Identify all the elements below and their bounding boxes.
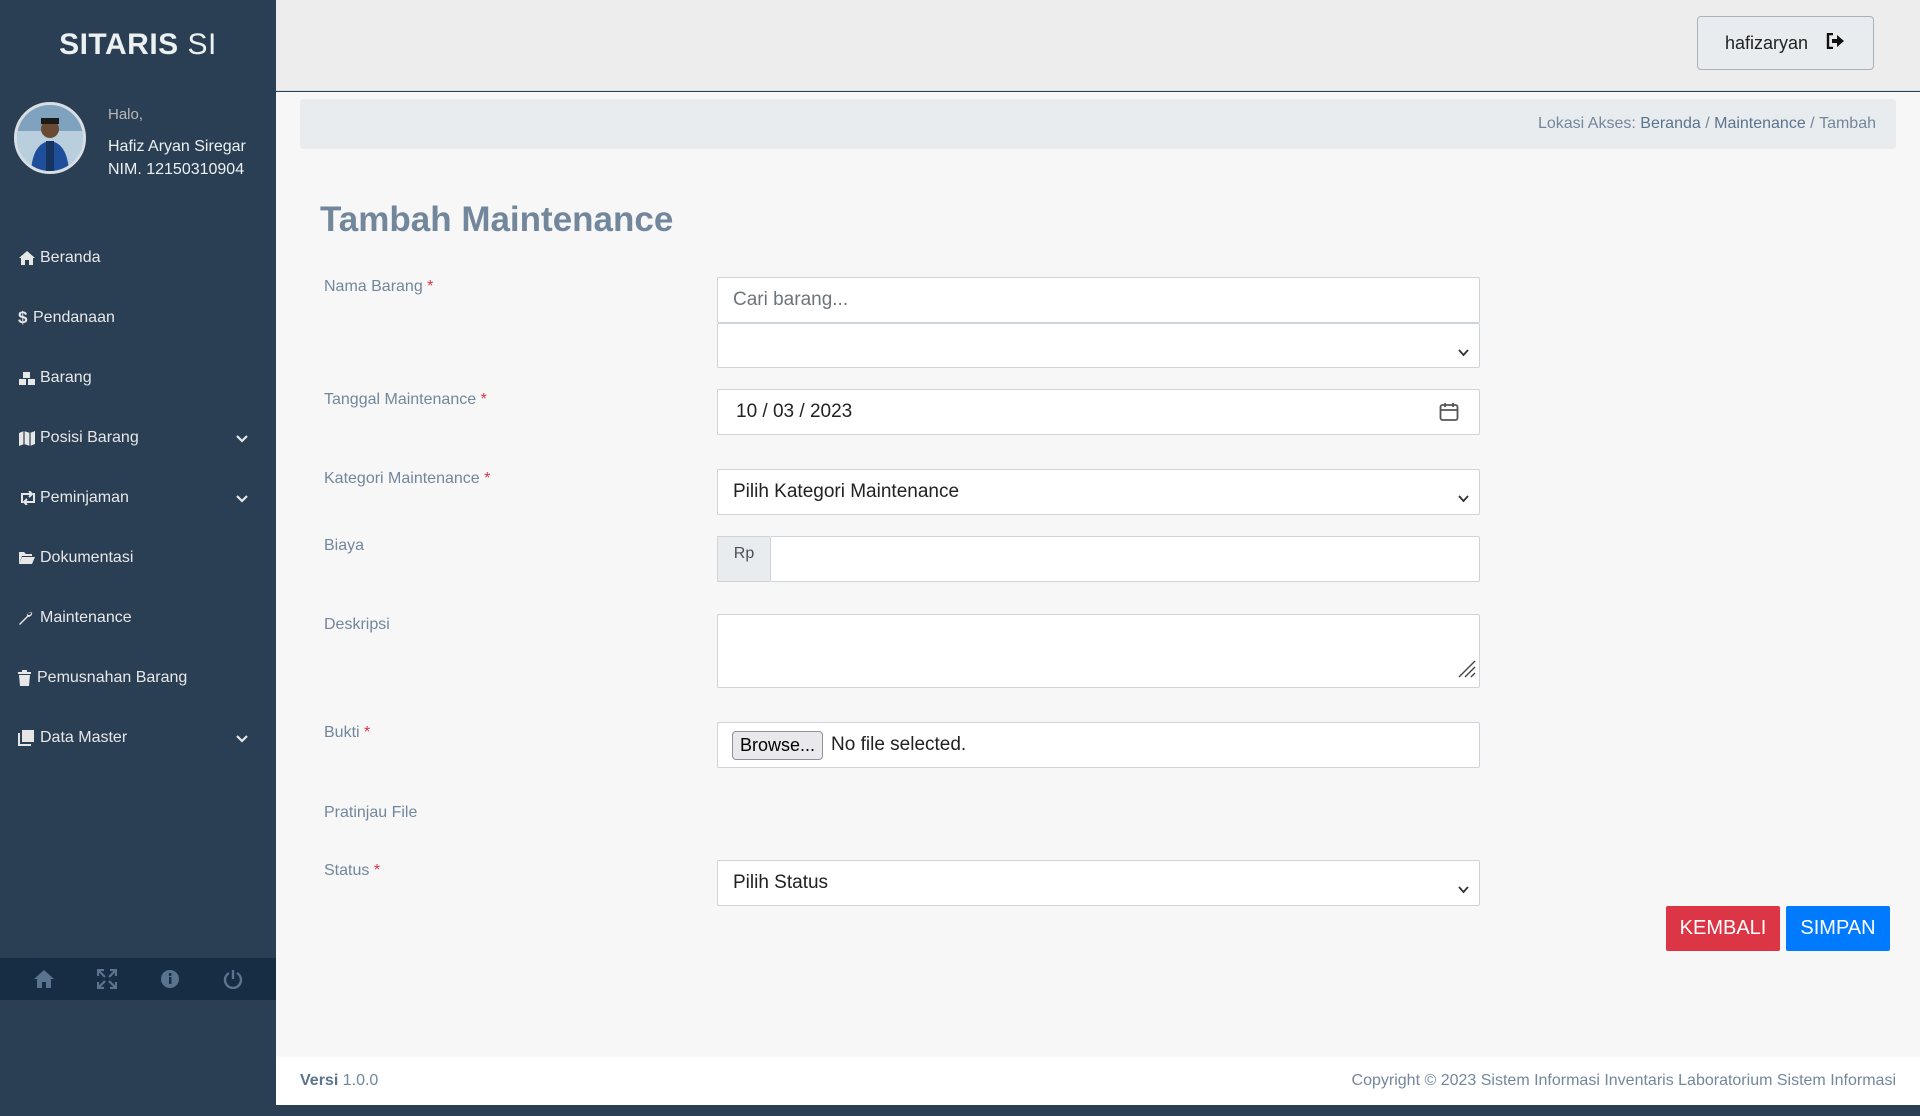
file-status-text: No file selected.: [831, 734, 967, 755]
biaya-input[interactable]: [770, 536, 1480, 582]
page-footer: Versi 1.0.0 Copyright © 2023 Sistem Info…: [276, 1057, 1920, 1105]
user-nim: NIM. 12150310904: [108, 161, 245, 178]
sidebar-item-pendanaan[interactable]: $ Pendanaan: [0, 288, 276, 348]
simpan-button[interactable]: SIMPAN: [1786, 906, 1890, 951]
sidebar-menu: Beranda $ Pendanaan Barang Posisi Barang…: [0, 228, 276, 768]
chevron-down-icon: [236, 490, 248, 508]
tanggal-maintenance-input[interactable]: 10 / 03 / 2023: [717, 389, 1480, 435]
nama-barang-select[interactable]: [717, 323, 1480, 368]
breadcrumb-separator: /: [1700, 115, 1715, 132]
dollar-icon: $: [18, 308, 28, 327]
avatar: [14, 102, 86, 174]
profile: Halo, Hafiz Aryan Siregar NIM. 121503109…: [0, 90, 276, 200]
sidebar-item-label: Barang: [40, 369, 92, 386]
sidebar-item-label: Pendanaan: [33, 309, 115, 326]
status-select[interactable]: Pilih Status: [717, 860, 1480, 906]
bukti-label: Bukti *: [324, 724, 371, 741]
chevron-down-icon: [1458, 341, 1469, 363]
breadcrumb-current: Tambah: [1819, 115, 1876, 132]
version-info: Versi 1.0.0: [300, 1072, 378, 1090]
page-title: Tambah Maintenance: [320, 200, 674, 239]
retweet-icon: [18, 491, 38, 505]
browse-button[interactable]: Browse...: [732, 730, 824, 760]
tanggal-maintenance-label: Tanggal Maintenance *: [324, 391, 487, 408]
fullscreen-icon[interactable]: [82, 969, 132, 989]
kembali-button[interactable]: KEMBALI: [1666, 906, 1780, 951]
kategori-maintenance-select[interactable]: Pilih Kategori Maintenance: [717, 469, 1480, 515]
pratinjau-file-label: Pratinjau File: [324, 804, 418, 821]
version-number: 1.0.0: [342, 1072, 379, 1089]
sidebar-item-posisi-barang[interactable]: Posisi Barang: [0, 408, 276, 468]
user-fullname: Hafiz Aryan Siregar: [108, 138, 246, 155]
sidebar-item-beranda[interactable]: Beranda: [0, 228, 276, 288]
required-mark: *: [484, 470, 491, 487]
clone-icon: [18, 730, 38, 746]
brand-rest: SI: [187, 28, 217, 61]
copyright-text: Copyright © 2023 Sistem Informasi Invent…: [1351, 1072, 1896, 1089]
sidebar-item-label: Posisi Barang: [40, 429, 139, 446]
breadcrumb-link-beranda[interactable]: Beranda: [1640, 115, 1701, 133]
username-label: hafizaryan: [1724, 32, 1809, 53]
folder-open-icon: [18, 551, 38, 565]
nama-barang-label: Nama Barang *: [324, 278, 434, 295]
kategori-maintenance-label: Kategori Maintenance *: [324, 470, 491, 487]
sidebar-item-label: Beranda: [40, 249, 101, 266]
main-content: Lokasi Akses: Beranda / Maintenance / Ta…: [276, 92, 1920, 1057]
biaya-label: Biaya: [324, 537, 365, 554]
map-icon: [18, 430, 38, 446]
chevron-down-icon: [236, 730, 248, 748]
breadcrumb: Lokasi Akses: Beranda / Maintenance / Ta…: [300, 99, 1896, 149]
user-logout-button[interactable]: hafizaryan: [1697, 16, 1874, 70]
sidebar-item-label: Dokumentasi: [40, 549, 134, 566]
version-label: Versi: [300, 1072, 339, 1089]
required-mark: *: [364, 724, 371, 741]
power-icon[interactable]: [208, 969, 258, 989]
top-navbar: hafizaryan: [276, 0, 1920, 91]
sign-out-icon: [1826, 32, 1846, 54]
chevron-down-icon: [1458, 878, 1469, 900]
breadcrumb-separator: /: [1805, 115, 1820, 132]
sidebar-item-dokumentasi[interactable]: Dokumentasi: [0, 528, 276, 588]
deskripsi-textarea[interactable]: [717, 614, 1480, 688]
required-mark: *: [373, 862, 381, 879]
sidebar-item-barang[interactable]: Barang: [0, 348, 276, 408]
wrench-icon: [18, 610, 38, 626]
resize-handle-icon[interactable]: [1455, 657, 1477, 685]
sidebar-item-label: Maintenance: [40, 609, 132, 626]
greeting-text: Halo,: [108, 106, 144, 123]
chevron-down-icon: [236, 430, 248, 448]
breadcrumb-prefix: Lokasi Akses:: [1537, 115, 1636, 132]
sidebar-item-maintenance[interactable]: Maintenance: [0, 588, 276, 648]
required-mark: *: [427, 278, 434, 295]
sidebar-item-label: Peminjaman: [40, 489, 129, 506]
sidebar-item-data-master[interactable]: Data Master: [0, 708, 276, 768]
cubes-icon: [18, 371, 38, 386]
chevron-down-icon: [1458, 487, 1469, 509]
calendar-icon[interactable]: [1439, 402, 1459, 428]
deskripsi-label: Deskripsi: [324, 616, 390, 633]
currency-prefix: Rp: [717, 536, 770, 582]
info-icon[interactable]: [145, 969, 195, 989]
status-label: Status *: [324, 862, 381, 879]
brand-bold: SITARIS: [59, 28, 179, 61]
sidebar-item-label: Pemusnahan Barang: [37, 669, 188, 686]
search-barang-input[interactable]: Cari barang...: [717, 277, 1480, 323]
trash-icon: [18, 670, 35, 686]
home-icon[interactable]: [19, 969, 69, 989]
required-mark: *: [480, 391, 487, 408]
sidebar-footer: [0, 958, 276, 1000]
sidebar: SITARIS SI Halo, Hafiz Aryan Siregar NIM…: [0, 0, 276, 1116]
sidebar-item-label: Data Master: [40, 729, 128, 746]
bukti-file-input[interactable]: Browse... No file selected.: [717, 722, 1480, 768]
breadcrumb-link-maintenance[interactable]: Maintenance: [1714, 115, 1806, 133]
sidebar-item-pemusnahan-barang[interactable]: Pemusnahan Barang: [0, 648, 276, 708]
home-icon: [18, 250, 38, 266]
sidebar-item-peminjaman[interactable]: Peminjaman: [0, 468, 276, 528]
brand-logo[interactable]: SITARIS SI: [0, 0, 276, 90]
